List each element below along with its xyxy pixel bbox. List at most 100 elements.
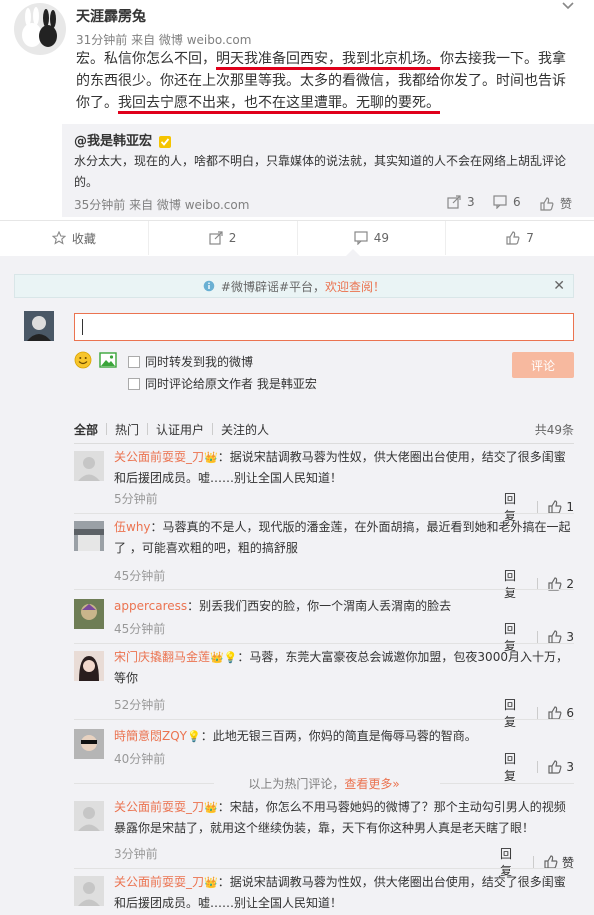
commenter-name[interactable]: appercaress [114,599,187,613]
comment-tab-button[interactable]: 49 [296,221,446,255]
image-upload-icon[interactable] [99,352,117,368]
post-text-segment: 的东西很少。你还在上次那里等我。太多的看微信，我都给你发了。时间也告诉 [76,73,566,89]
option-comment-to-author[interactable]: 同时评论给原文作者 我是韩亚宏 [128,375,317,392]
commenter-name[interactable]: 关公面前耍耍_刀 [114,875,204,889]
notice-text: #微博辟谣#平台， [220,279,326,294]
tab-verified-users[interactable]: 认证用户 [156,421,204,438]
action-separator [537,707,539,719]
comment-time: 40分钟前 [114,752,166,766]
comment-body: 暴露你是宋喆了，就用这个继续伪装，靠，天下有你这种男人真是老天瞎了眼！ [114,821,535,835]
quoted-comment-count: 6 [513,195,521,209]
quoted-meta: 35分钟前 来自 微博 weibo.com [74,198,250,212]
comment-time: 5分钟前 [114,492,158,506]
tab-following[interactable]: 关注的人 [221,421,269,438]
tab-hot[interactable]: 热门 [115,421,139,438]
more-icon[interactable] [560,0,576,12]
thumbs-up-icon [506,231,520,245]
comment-text: 关公面前耍耍_刀👑：宋喆，你怎么不用马蓉她妈的微博了？那个主动勾引男人的视频 暴… [114,797,574,839]
comment-body: 和后援团成员。嘘……别让全国人民知道！ [114,471,343,485]
star-icon [51,231,66,245]
commenter-name[interactable]: 关公面前耍耍_刀 [114,800,204,814]
notice-link[interactable]: 欢迎查阅！ [325,278,385,295]
quoted-weibo: @我是韩亚宏 水分太大，现在的人，啥都不明白，只靠媒体的说法就，其实知道的人不会… [62,124,594,217]
checkbox[interactable] [128,377,140,390]
comment-body: ：据说宋喆调教马蓉为性奴，供大佬圈出台使用，结交了很多闺蜜 [217,450,566,464]
commenter-avatar[interactable] [74,599,104,629]
comment-like-count: 3 [566,760,574,774]
comment-time: 52分钟前 [114,698,166,712]
info-icon [203,280,215,292]
forward-button[interactable]: 2 [147,221,297,255]
author-avatar[interactable] [14,3,66,55]
comment-divider [74,513,574,514]
tabs-underline [74,443,574,444]
commenter-avatar[interactable] [74,801,104,831]
comment-item: 宋门庆撬翻马金莲👑💡：马蓉，东莞大富豪夜总会诚邀你加盟，包夜3000月入十万， … [74,645,574,729]
action-separator [537,501,539,513]
crown-badge-icon: 👑 [204,876,218,889]
comment-like-button[interactable]: 6 [548,706,574,720]
post-line-2: 的东西很少。你还在上次那里等我。太多的看微信，我都给你发了。时间也告诉 [76,70,586,92]
comment-like-button[interactable]: 1 [548,500,574,514]
quoted-author[interactable]: @我是韩亚宏 [74,130,171,149]
post-text-segment: 你了。 [76,95,118,111]
option-label: 同时评论给原文作者 我是韩亚宏 [145,377,317,391]
favorite-label: 收藏 [71,231,96,246]
user-photo-icon [74,651,104,681]
quoted-like-button[interactable]: 赞 [540,195,572,212]
author-name[interactable]: 天涯霹雳兔 [76,6,146,26]
action-separator [533,856,534,868]
comment-filter-tabs: 全部 热门 认证用户 关注的人 共49条 [74,419,574,439]
tab-all[interactable]: 全部 [74,421,98,438]
commenter-name[interactable]: 宋门庆撬翻马金莲 [114,650,210,664]
default-avatar-icon [78,457,100,481]
checkbox[interactable] [128,355,140,368]
thumbs-up-icon [548,706,562,720]
commenter-name[interactable]: 关公面前耍耍_刀 [114,450,204,464]
comment-input[interactable] [74,313,574,341]
comment-icon [354,231,368,245]
action-separator [537,761,539,773]
commenter-avatar[interactable] [74,451,104,481]
post-text: 宏。私信你怎么不回，明天我准备回西安，我到北京机场。你去接我一下。我拿 的东西很… [76,48,586,114]
forward-count: 2 [228,231,237,245]
post-line-1: 宏。私信你怎么不回，明天我准备回西安，我到北京机场。你去接我一下。我拿 [76,48,586,70]
comment-like-button[interactable]: 3 [548,630,574,644]
comment-item: 关公面前耍耍_刀👑：据说宋喆调教马蓉为性奴，供大佬圈出台使用，结交了很多闺蜜 和… [74,445,574,523]
rumor-notice-bar: #微博辟谣#平台， 欢迎查阅！ ✕ [14,274,574,298]
my-avatar[interactable] [24,311,54,341]
option-forward-to-my-weibo[interactable]: 同时转发到我的微博 [128,353,253,370]
avatar-image-icon [24,311,54,341]
divider-line-left [74,783,214,784]
commenter-name[interactable]: 時簡意悶ZQY [114,729,187,743]
post-text-underlined: 明天我准备回西安，我到北京机场。 [216,51,440,70]
comment-item: 关公面前耍耍_刀👑：宋喆，你怎么不用马蓉她妈的微博了？那个主动勾引男人的视频 暴… [74,795,574,878]
like-button[interactable]: 7 [445,221,594,255]
comment-like-count: 6 [566,706,574,720]
comment-time: 3分钟前 [114,847,158,861]
crown-badge-icon: 👑💡 [210,651,238,664]
favorite-button[interactable]: 收藏 [0,221,148,255]
quoted-comment-button[interactable]: 6 [493,195,521,209]
thumbs-up-icon [548,630,562,644]
commenter-avatar[interactable] [74,521,104,551]
quoted-share-button[interactable]: 3 [447,195,475,209]
submit-comment-button[interactable]: 评论 [512,352,574,378]
quoted-text-line1: 水分太大，现在的人，啥都不明白，只靠媒体的说法就，其实知道的人不会在网络上胡乱评… [74,154,567,168]
comment-like-button[interactable]: 3 [548,760,574,774]
comment-total: 共49条 [534,422,574,437]
comment-item: 伍why：马蓉真的不是人，现代版的潘金莲，在外面胡搞，最近看到她和老外搞在一起 … [74,515,574,600]
commenter-name[interactable]: 伍why [114,520,151,534]
bulb-badge-icon: 💡 [187,730,201,743]
thumbs-up-icon [540,196,554,211]
quoted-author-name[interactable]: @我是韩亚宏 [74,134,152,149]
comment-text: 宋门庆撬翻马金莲👑💡：马蓉，东莞大富豪夜总会诚邀你加盟，包夜3000月入十万， … [114,647,574,689]
commenter-avatar[interactable] [74,651,104,681]
close-icon[interactable]: ✕ [553,278,565,294]
commenter-avatar[interactable] [74,876,104,906]
view-more-link[interactable]: 查看更多» [344,775,399,792]
emoji-icon[interactable] [74,351,92,369]
thumbs-up-icon [544,855,558,869]
comment-divider [74,868,574,869]
commenter-avatar[interactable] [74,729,104,759]
